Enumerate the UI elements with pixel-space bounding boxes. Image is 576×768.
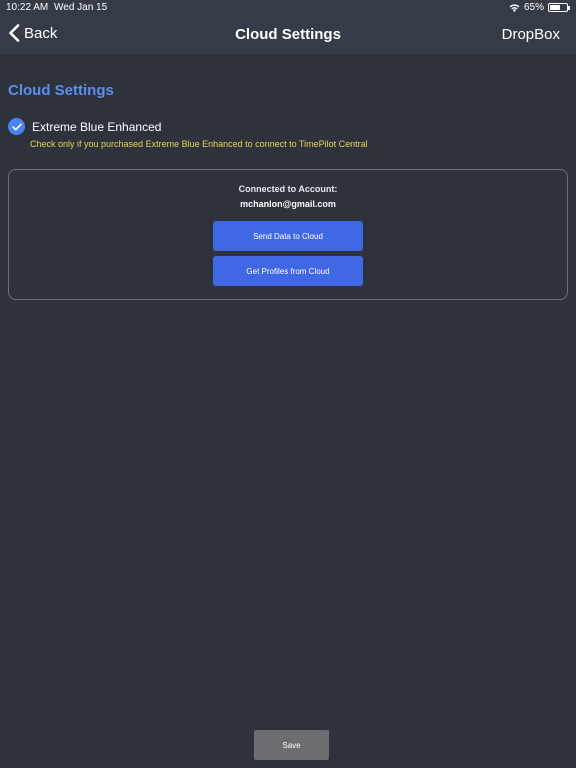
checkbox-label: Extreme Blue Enhanced bbox=[32, 119, 162, 134]
account-label: Connected to Account: bbox=[238, 184, 338, 194]
extreme-blue-checkbox[interactable]: Extreme Blue Enhanced bbox=[8, 118, 161, 135]
send-data-button[interactable]: Send Data to Cloud bbox=[213, 221, 363, 251]
hint-text: Check only if you purchased Extreme Blue… bbox=[30, 139, 368, 149]
nav-title: Cloud Settings bbox=[235, 26, 341, 43]
header: 10:22 AM Wed Jan 15 65% Back Cloud Setti… bbox=[0, 0, 576, 54]
get-profiles-button[interactable]: Get Profiles from Cloud bbox=[213, 256, 363, 286]
battery-fill bbox=[550, 5, 560, 10]
battery-icon bbox=[548, 3, 570, 12]
account-card: Connected to Account: mchanlon@gmail.com… bbox=[8, 169, 568, 300]
save-button[interactable]: Save bbox=[254, 730, 329, 760]
status-indicators: 65% bbox=[509, 2, 570, 13]
battery-percent: 65% bbox=[523, 2, 544, 13]
account-email: mchanlon@gmail.com bbox=[240, 199, 336, 209]
section-title: Cloud Settings bbox=[8, 82, 114, 99]
status-date: Wed Jan 15 bbox=[54, 2, 108, 13]
status-bar: 10:22 AM Wed Jan 15 65% bbox=[0, 0, 576, 16]
nav-bar: Back Cloud Settings DropBox bbox=[0, 16, 576, 54]
checkmark-icon bbox=[8, 118, 25, 135]
dropbox-button[interactable]: DropBox bbox=[502, 26, 560, 43]
status-time: 10:22 AM bbox=[6, 2, 49, 13]
screen: 10:22 AM Wed Jan 15 65% Back Cloud Setti… bbox=[0, 0, 576, 768]
wifi-icon bbox=[509, 4, 520, 12]
